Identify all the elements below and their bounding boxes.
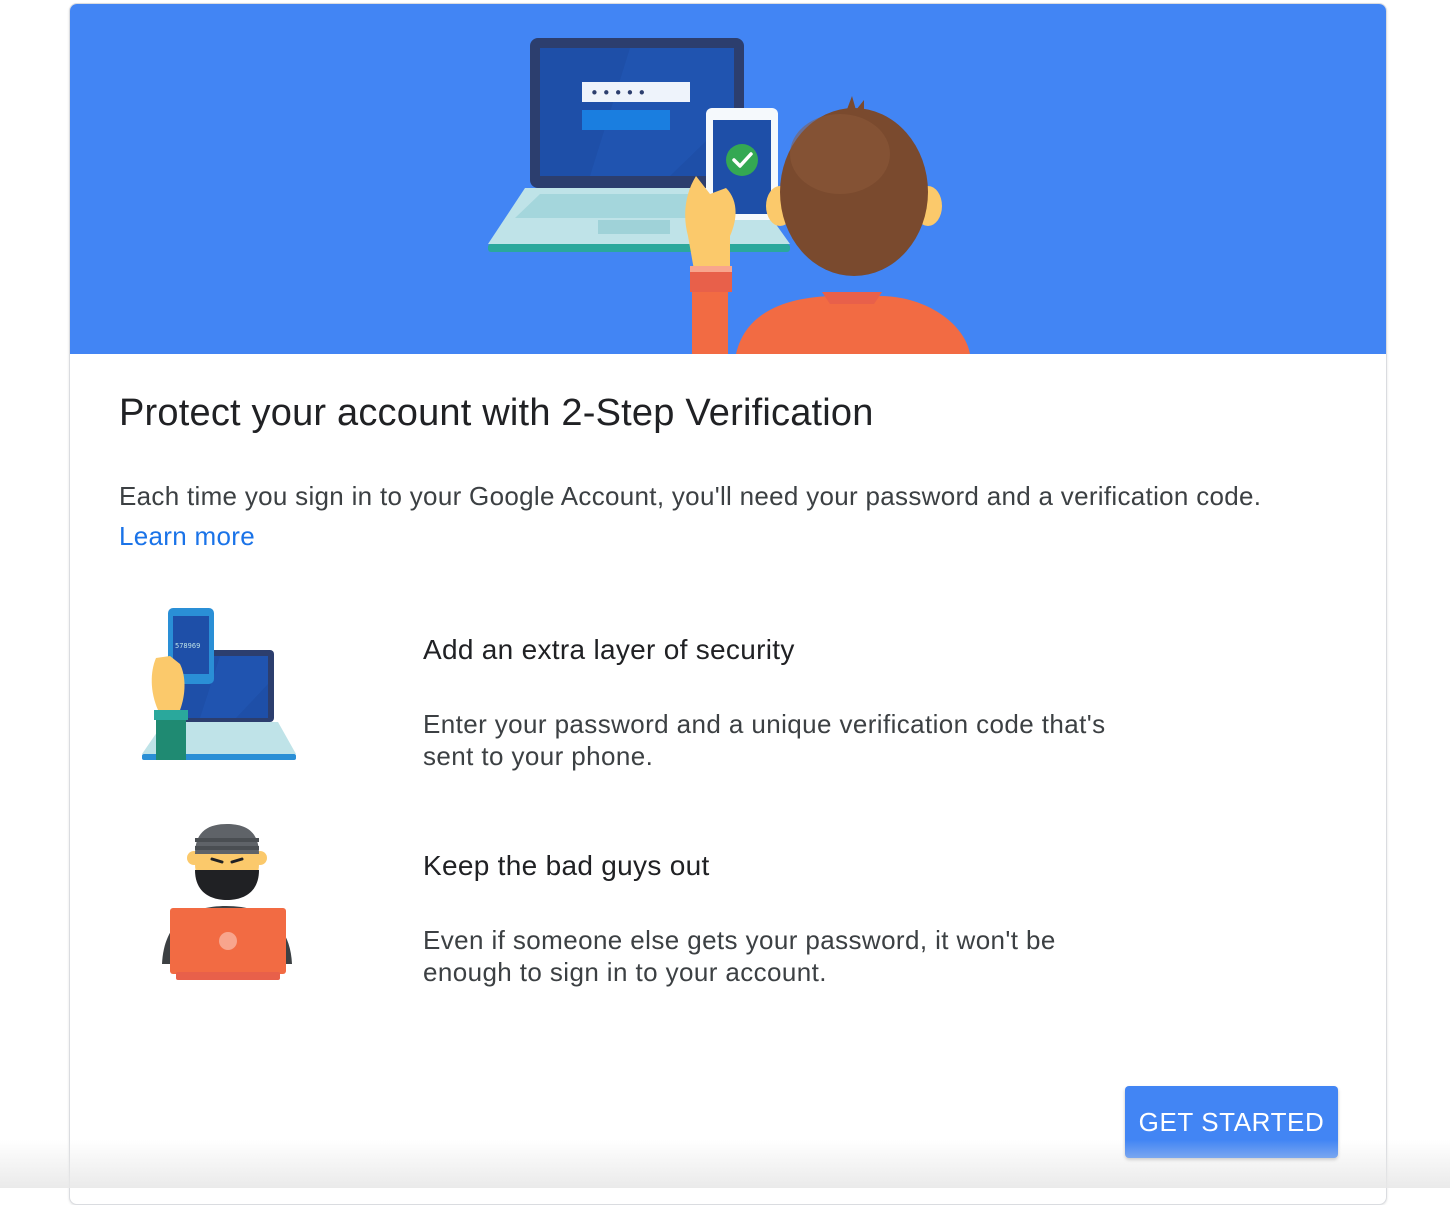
- get-started-button[interactable]: GET STARTED: [1125, 1086, 1338, 1158]
- learn-more-link[interactable]: Learn more: [119, 521, 255, 551]
- feature-bad-guys-description: Even if someone else gets your password,…: [423, 925, 1056, 987]
- two-step-verification-card: ••••• Protect your account with 2-Step V…: [69, 3, 1387, 1205]
- check-icon: [726, 144, 758, 176]
- phone-laptop-code-icon: 578969: [142, 608, 296, 760]
- intro-text: Each time you sign in to your Google Acc…: [119, 481, 1262, 511]
- hero-banner: •••••: [70, 4, 1386, 354]
- intro-paragraph: Each time you sign in to your Google Acc…: [119, 476, 1299, 556]
- feature-security-title: Add an extra layer of security: [423, 634, 795, 665]
- phone-code: 578969: [175, 642, 200, 650]
- password-mask: •••••: [590, 84, 649, 102]
- page-title: Protect your account with 2-Step Verific…: [119, 392, 874, 434]
- feature-bad-guys-title: Keep the bad guys out: [423, 850, 710, 881]
- feature-security-description: Enter your password and a unique verific…: [423, 709, 1106, 771]
- person-laptop-phone-illustration: •••••: [488, 38, 970, 354]
- burglar-laptop-icon: [162, 824, 292, 980]
